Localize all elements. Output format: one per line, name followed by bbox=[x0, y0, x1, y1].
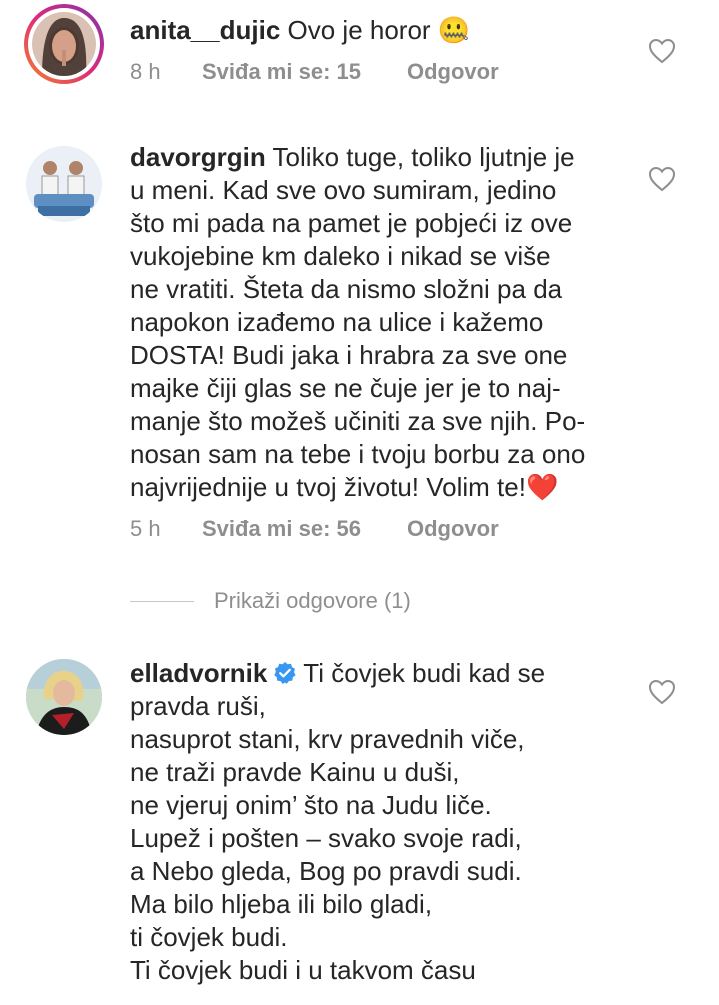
heart-outline-icon[interactable] bbox=[648, 38, 676, 64]
comment-text: anita__dujic Ovo je horor 🤐 bbox=[130, 14, 630, 47]
avatar-ella[interactable] bbox=[26, 659, 102, 735]
username[interactable]: anita__dujic bbox=[130, 15, 280, 45]
avatar-davor[interactable] bbox=[26, 146, 102, 222]
view-replies-label: Prikaži odgovore (1) bbox=[214, 588, 411, 613]
reply-button[interactable]: Odgovor bbox=[407, 516, 499, 542]
reply-button[interactable]: Odgovor bbox=[407, 59, 499, 85]
comment-body: Toliko tuge, toliko ljutnje je u meni. K… bbox=[130, 142, 586, 502]
verified-badge-icon bbox=[274, 662, 296, 684]
username[interactable]: elladvornik bbox=[130, 658, 267, 688]
heart-outline-icon[interactable] bbox=[648, 679, 676, 705]
view-replies-button[interactable]: Prikaži odgovore (1) bbox=[130, 588, 411, 614]
comment-meta: 8 h Sviđa mi se: 15 Odgovor bbox=[130, 59, 630, 85]
comment-text: elladvornik Ti čovjek budi kad se pravda … bbox=[130, 657, 650, 987]
likes-count[interactable]: Sviđa mi se: 56 bbox=[202, 516, 407, 542]
likes-count[interactable]: Sviđa mi se: 15 bbox=[202, 59, 407, 85]
comment-text: davorgrgin Toliko tuge, toliko ljutnje j… bbox=[130, 141, 630, 504]
comment-time: 8 h bbox=[130, 59, 161, 84]
comment-body: Ovo je horor 🤐 bbox=[280, 15, 471, 45]
comment-body: Ti čovjek budi kad se pravda ruši, nasup… bbox=[130, 658, 546, 985]
comment-time: 5 h bbox=[130, 516, 161, 541]
avatar-anita[interactable] bbox=[24, 4, 104, 84]
username[interactable]: davorgrgin bbox=[130, 142, 266, 172]
comment-meta: 5 h Sviđa mi se: 56 Odgovor bbox=[130, 516, 630, 542]
heart-outline-icon[interactable] bbox=[648, 166, 676, 192]
divider-line bbox=[130, 600, 194, 602]
